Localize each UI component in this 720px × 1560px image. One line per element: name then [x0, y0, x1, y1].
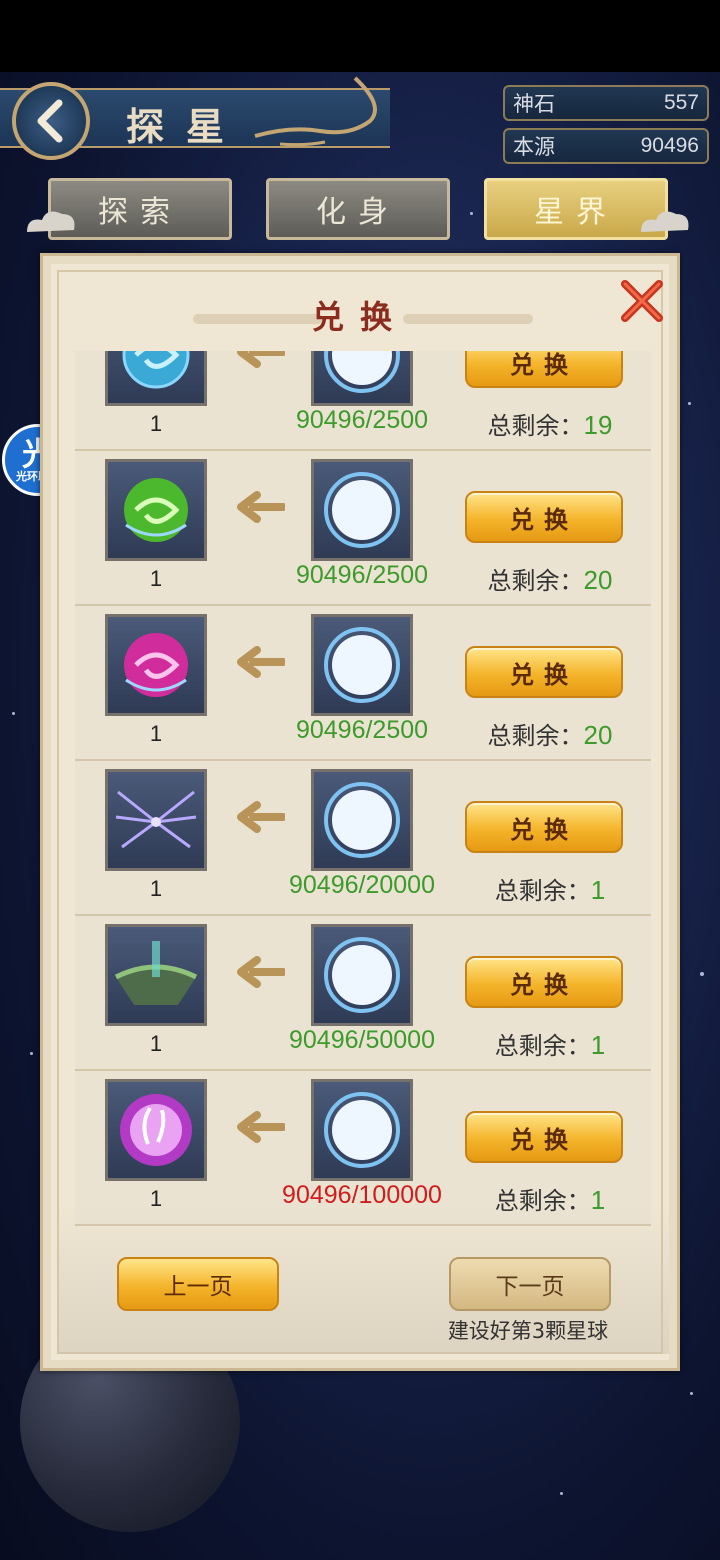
exchange-button[interactable]: 兑换: [465, 646, 623, 698]
reward-count: 1: [149, 1031, 163, 1056]
panel-title: 兑换: [311, 298, 408, 336]
remaining-value: 19: [583, 410, 613, 440]
list-item: 1 90496/20000 兑换 总剩余：1: [75, 761, 651, 916]
list-item: 1 90496/2500 兑换 总剩余：20: [75, 606, 651, 761]
remaining-value: 20: [583, 720, 613, 750]
floating-island-icon: [105, 924, 207, 1026]
remaining-value: 1: [590, 875, 606, 905]
reward-count: 1: [149, 566, 163, 591]
remaining-label: 总剩余：: [487, 413, 584, 440]
exchange-button[interactable]: 兑换: [465, 491, 623, 543]
status-bar: [0, 0, 720, 72]
source-orb-icon: [311, 351, 413, 406]
rabbit-orb-icon: [105, 1079, 207, 1181]
remaining-text: 总剩余：19: [453, 406, 647, 441]
page-title: 探星: [126, 104, 247, 149]
exchange-button[interactable]: 兑换: [465, 956, 623, 1008]
source-orb-icon: [311, 1079, 413, 1181]
remaining-text: 总剩余：20: [453, 561, 647, 596]
remaining-text: 总剩余：1: [453, 871, 647, 906]
next-page-hint: 建设好第3颗星球: [447, 1319, 609, 1343]
list-item: 1 90496/2500 兑换 总剩余：20: [75, 451, 651, 606]
remaining-value: 1: [590, 1030, 606, 1060]
currency-label: 本源: [513, 136, 555, 159]
green-orb-icon: [105, 459, 207, 561]
currency-value: 90496: [640, 134, 699, 157]
back-arrow-icon: [37, 99, 63, 143]
arrow-left-icon: [237, 956, 285, 988]
tab-label: 化身: [316, 195, 400, 230]
back-button[interactable]: [12, 82, 90, 160]
cost-text: 90496/2500: [295, 561, 429, 589]
source-orb-icon: [311, 924, 413, 1026]
cost-text: 90496/20000: [289, 871, 435, 899]
arrow-left-icon: [237, 801, 285, 833]
remaining-label: 总剩余：: [487, 568, 584, 595]
blue-orb-icon: [105, 351, 207, 406]
source-orb-icon: [311, 769, 413, 871]
tab-label: 星界: [534, 195, 618, 230]
cloud-ornament-icon: [27, 211, 75, 232]
tab-label: 探索: [98, 195, 182, 230]
list-item: 1 90496/2500 兑换 总剩余：19: [75, 351, 651, 451]
remaining-label: 总剩余：: [494, 878, 591, 905]
cost-text: 90496/50000: [289, 1026, 435, 1054]
remaining-text: 总剩余：20: [453, 716, 647, 751]
arrow-left-icon: [237, 1111, 285, 1143]
currency-benyuan: 本源 90496: [503, 128, 709, 164]
remaining-text: 总剩余：1: [453, 1026, 647, 1061]
next-page-button[interactable]: 下一页: [449, 1257, 611, 1311]
cloud-swirl-icon: [254, 76, 377, 147]
exchange-button[interactable]: 兑换: [465, 1111, 623, 1163]
currency-shenshi: 神石 557: [503, 85, 709, 121]
source-orb-icon: [311, 459, 413, 561]
prev-page-button[interactable]: 上一页: [117, 1257, 279, 1311]
arrow-left-icon: [237, 491, 285, 523]
pink-orb-icon: [105, 614, 207, 716]
source-orb-icon: [311, 614, 413, 716]
remaining-label: 总剩余：: [487, 723, 584, 750]
arrow-left-icon: [237, 351, 285, 368]
reward-count: 1: [149, 721, 163, 746]
exchange-list[interactable]: 1 90496/2500 兑换 总剩余：19 1 90496/2500 兑换 总…: [75, 351, 651, 1229]
reward-count: 1: [149, 876, 163, 901]
list-item: 1 90496/50000 兑换 总剩余：1: [75, 916, 651, 1071]
cloud-ornament-icon: [641, 211, 689, 232]
remaining-value: 20: [583, 565, 613, 595]
cost-text: 90496/2500: [295, 716, 429, 744]
remaining-label: 总剩余：: [494, 1033, 591, 1060]
currency-value: 557: [663, 91, 699, 114]
exchange-button[interactable]: 兑换: [465, 351, 623, 388]
lightning-wings-icon: [105, 769, 207, 871]
tab-avatar[interactable]: 化身: [266, 178, 450, 240]
cost-text: 90496/2500: [295, 406, 429, 434]
reward-count: 1: [149, 411, 163, 436]
exchange-panel: 兑换 1 90496/2500 兑换 总剩余：19 1 90496/2500 兑…: [40, 253, 680, 1371]
exchange-button[interactable]: 兑换: [465, 801, 623, 853]
arrow-left-icon: [237, 646, 285, 678]
list-item: 1 90496/100000 兑换 总剩余：1: [75, 1071, 651, 1226]
close-icon[interactable]: [619, 278, 665, 324]
currency-label: 神石: [513, 93, 555, 116]
